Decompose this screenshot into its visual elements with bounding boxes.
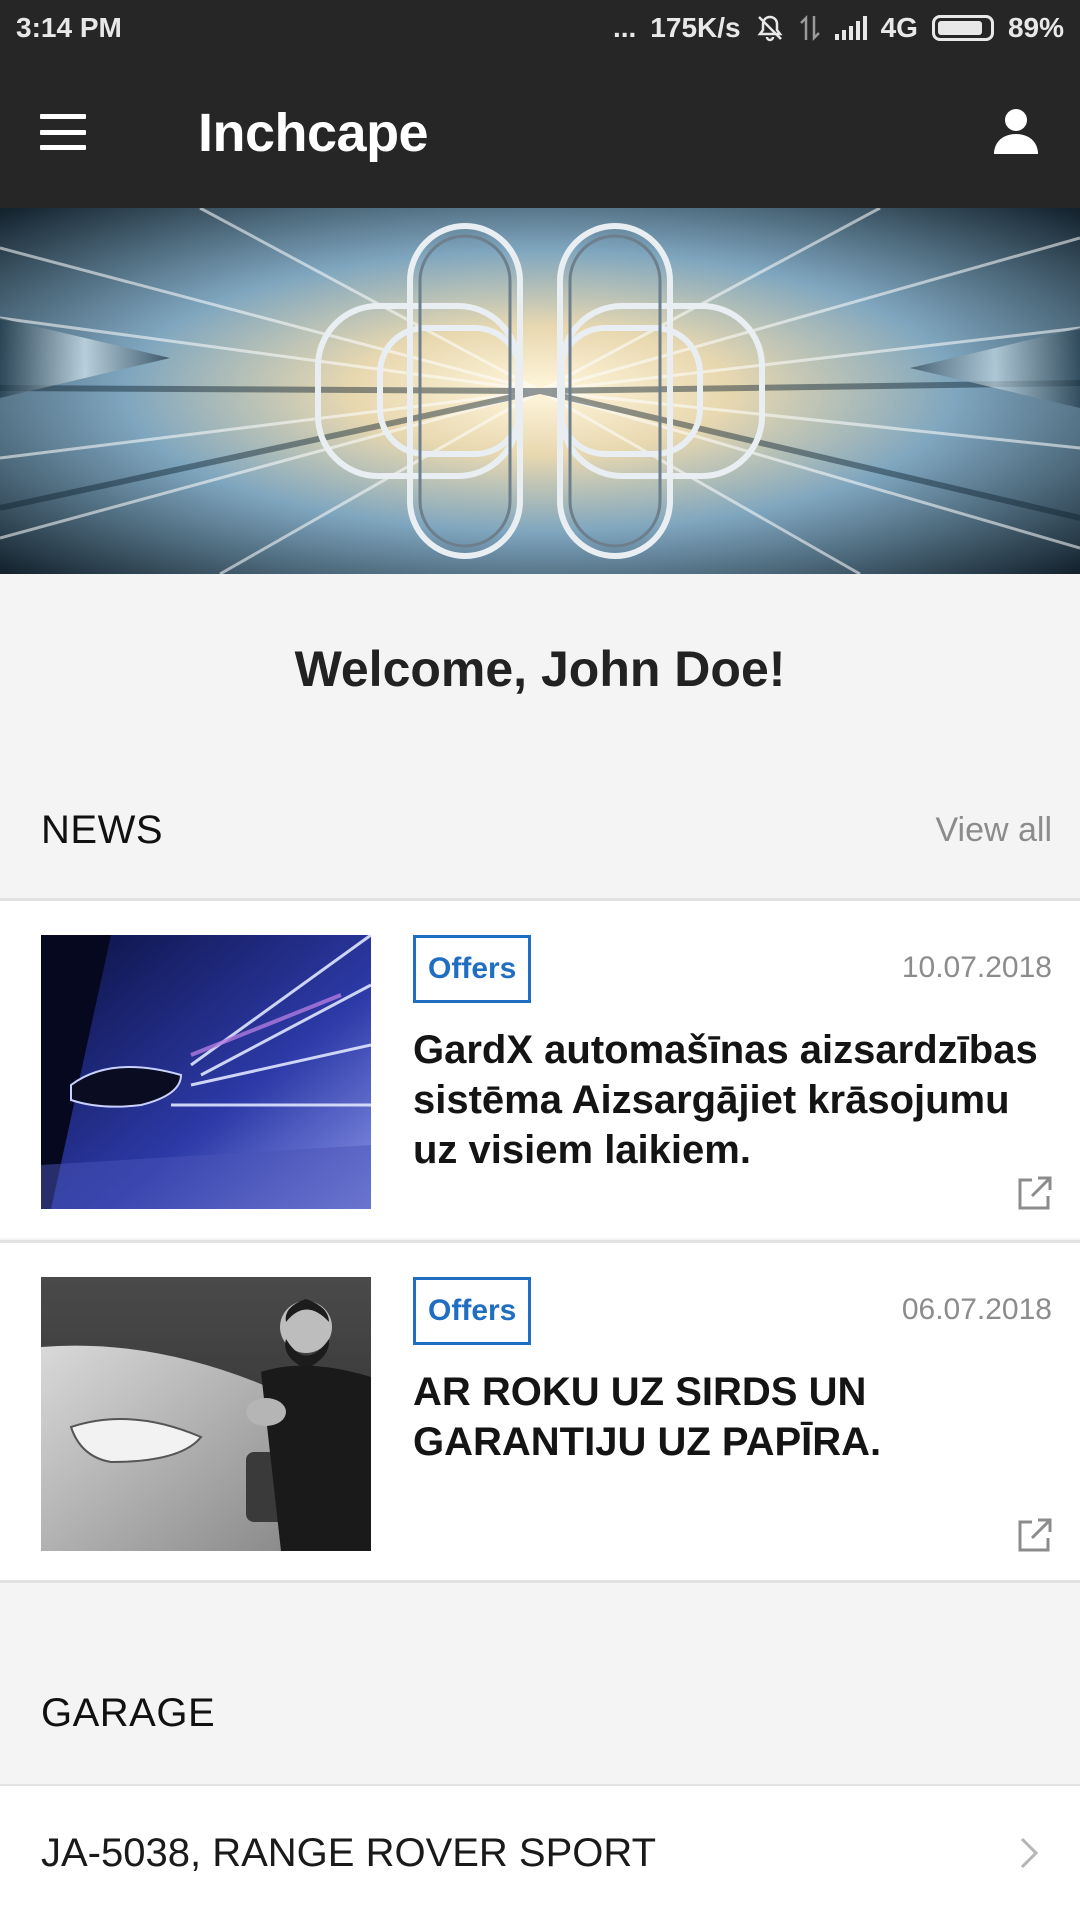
news-card[interactable]: Offers 10.07.2018 GardX automašīnas aizs…: [0, 898, 1080, 1238]
battery-icon: [931, 15, 994, 41]
news-thumbnail: [41, 935, 371, 1209]
network-type: 4G: [880, 12, 918, 43]
hamburger-menu-icon[interactable]: [40, 114, 86, 150]
view-all-news-link[interactable]: View all: [935, 811, 1052, 850]
news-section-header: NEWS View all: [0, 795, 1080, 865]
section-divider: [0, 1580, 1080, 1583]
news-category-tag: Offers: [413, 1277, 532, 1345]
signal-icon: [834, 16, 867, 40]
garage-vehicle-item[interactable]: JA-5038, RANGE ROVER SPORT: [0, 1784, 1080, 1920]
notification-dots: ...: [612, 12, 637, 43]
man-with-car-photo: [41, 1277, 371, 1551]
welcome-message: Welcome, John Doe!: [294, 641, 786, 697]
news-thumbnail: [41, 1277, 371, 1551]
garage-section-header: GARAGE: [0, 1678, 1080, 1748]
hero-banner-image: [0, 208, 1080, 574]
battery-percent: 89%: [1007, 12, 1064, 43]
news-date: 10.07.2018: [901, 951, 1052, 984]
speeding-car-photo: [41, 935, 371, 1209]
external-link-icon[interactable]: [1016, 1174, 1054, 1212]
status-icons: ... 175K/s 4G 89%: [613, 12, 1064, 44]
net-speed: 175K/s: [650, 12, 741, 43]
user-profile-icon[interactable]: [992, 108, 1040, 154]
app-bar: Inchcape: [0, 56, 1080, 208]
news-date: 06.07.2018: [901, 1293, 1052, 1326]
app-title: Inchcape: [198, 103, 429, 163]
news-category-tag: Offers: [413, 935, 532, 1003]
vehicle-label: JA-5038, RANGE ROVER SPORT: [41, 1830, 656, 1875]
data-transfer-icon: [799, 14, 821, 42]
status-bar: 3:14 PM ... 175K/s 4G 89%: [0, 0, 1080, 56]
news-title: AR ROKU UZ SIRDS UN GARANTIJU UZ PAPĪRA.: [413, 1370, 882, 1464]
garage-section-title: GARAGE: [41, 1690, 216, 1735]
hero-banner: [0, 208, 1080, 574]
status-time: 3:14 PM: [16, 12, 122, 43]
external-link-icon[interactable]: [1016, 1516, 1054, 1554]
news-card[interactable]: Offers 06.07.2018 AR ROKU UZ SIRDS UN GA…: [0, 1240, 1080, 1580]
chevron-right-icon: [1020, 1837, 1039, 1869]
news-title: GardX automašīnas aizsardzības sistēma A…: [413, 1028, 1038, 1172]
news-section-title: NEWS: [41, 807, 163, 852]
mute-icon: [755, 13, 785, 43]
